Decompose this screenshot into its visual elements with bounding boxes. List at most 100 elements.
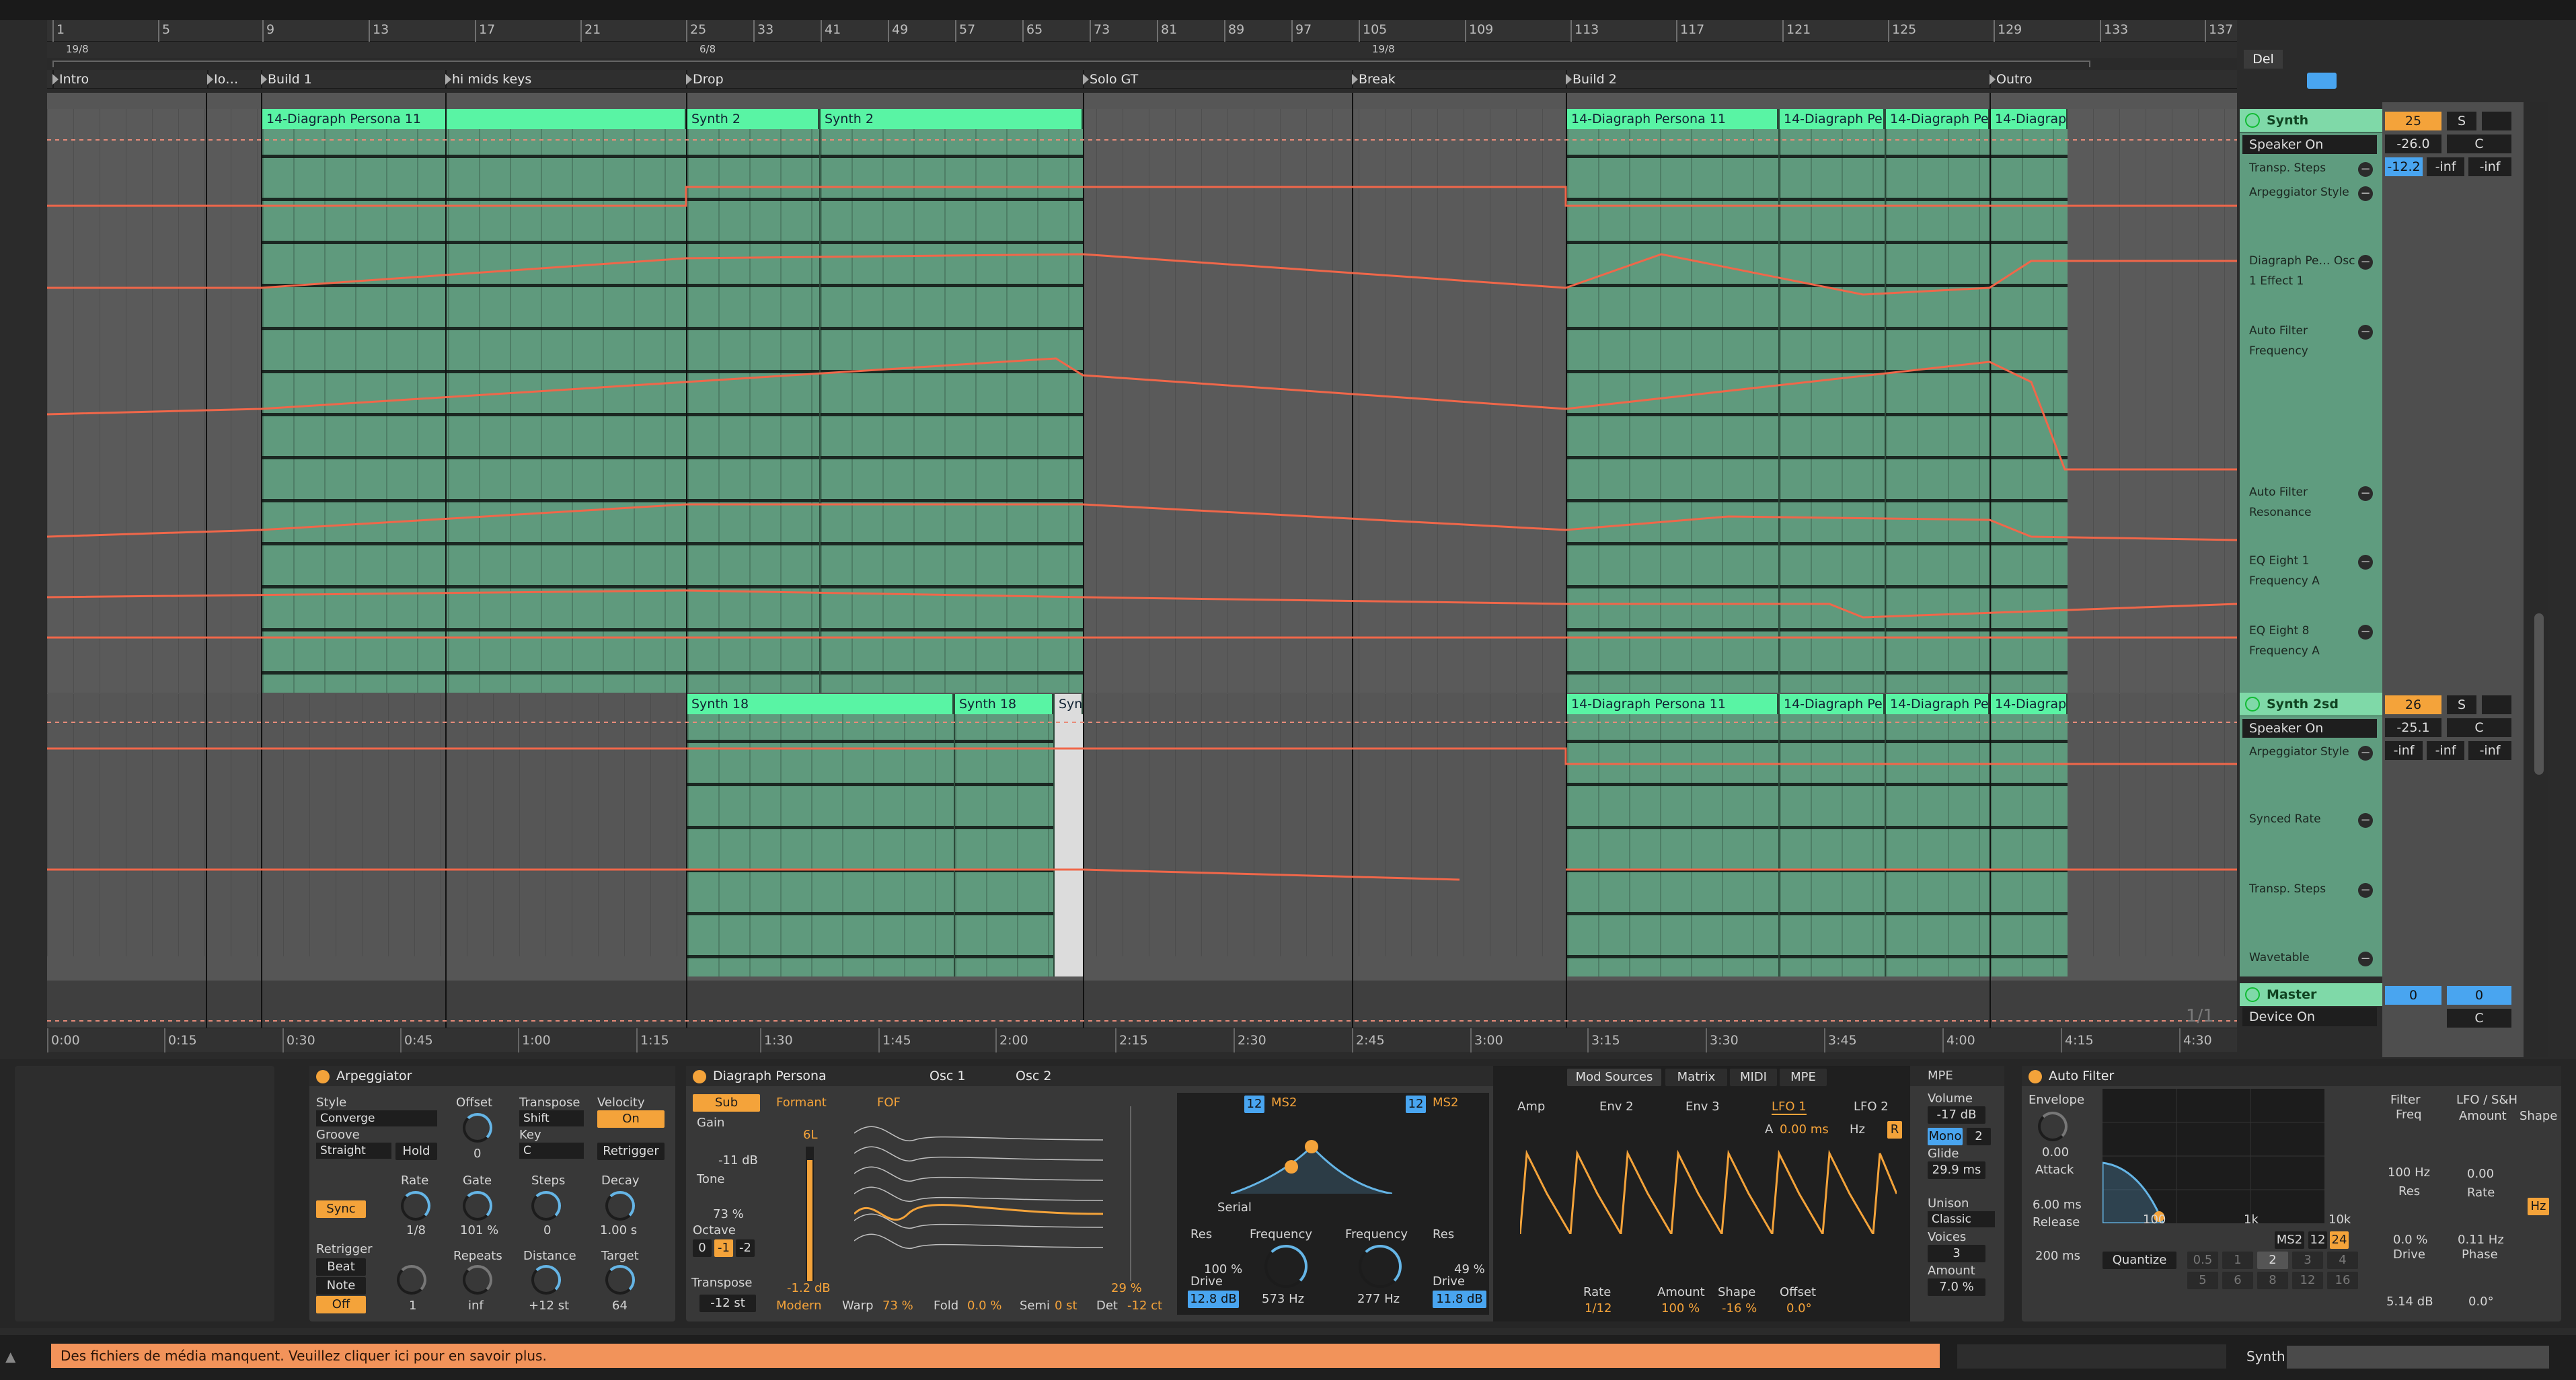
remove-lane-icon[interactable]: − bbox=[2358, 952, 2373, 966]
filter1-frequency-knob[interactable] bbox=[1264, 1245, 1308, 1288]
remove-lane-icon[interactable]: − bbox=[2358, 186, 2373, 201]
scroll-thumb[interactable] bbox=[2534, 613, 2544, 775]
quantize-step[interactable]: 8 bbox=[2257, 1272, 2288, 1289]
gate-knob[interactable] bbox=[463, 1191, 492, 1221]
mono-toggle[interactable]: Mono bbox=[1928, 1128, 1963, 1145]
tab-osc-1[interactable]: Osc 1 bbox=[930, 1066, 965, 1086]
tab-matrix[interactable]: Matrix bbox=[1665, 1069, 1727, 1086]
track-header-synth[interactable]: Synth bbox=[2240, 109, 2382, 132]
tab-env-2[interactable]: Env 2 bbox=[1599, 1100, 1634, 1114]
hz-toggle[interactable]: Hz bbox=[2528, 1198, 2549, 1215]
offset-knob[interactable] bbox=[463, 1113, 492, 1143]
track-number[interactable]: 25 bbox=[2385, 112, 2441, 130]
filter2-type[interactable]: MS2 bbox=[1433, 1096, 1458, 1110]
beat-ruler[interactable]: 1 5 9 13 17 21 25 33 41 49 57 65 73 81 8… bbox=[47, 20, 2237, 42]
drive2-field[interactable]: 11.8 dB bbox=[1433, 1291, 1486, 1308]
automation-lane-label[interactable]: Transp. Steps bbox=[2249, 879, 2363, 899]
send-a[interactable]: -12.2 bbox=[2385, 157, 2423, 176]
missing-media-warning[interactable]: Des fichiers de média manquent. Veuillez… bbox=[51, 1344, 1940, 1368]
automation-lane-label[interactable]: Synced Rate bbox=[2249, 809, 2363, 829]
vertical-scrollbar[interactable] bbox=[2530, 102, 2548, 1057]
fold-icon[interactable] bbox=[2245, 697, 2260, 712]
transpose-field[interactable]: -12 st bbox=[699, 1295, 756, 1312]
slope-12-button[interactable]: 12 bbox=[2308, 1231, 2327, 1249]
time-signature[interactable]: 19/8 bbox=[66, 42, 89, 56]
device-chooser[interactable]: Speaker On bbox=[2242, 719, 2377, 738]
volume-field[interactable]: -17 dB bbox=[1928, 1106, 1985, 1124]
octave-button[interactable]: 0 bbox=[693, 1239, 712, 1257]
retrigger-knob[interactable] bbox=[397, 1265, 426, 1295]
delete-button[interactable]: Del bbox=[2244, 50, 2283, 69]
record-arm-icon[interactable] bbox=[2482, 695, 2511, 714]
formant-display[interactable] bbox=[854, 1120, 1110, 1268]
volume-field[interactable]: -25.1 bbox=[2385, 718, 2441, 737]
device-title-bar[interactable]: Arpeggiator bbox=[309, 1066, 675, 1086]
glide-field[interactable]: 29.9 ms bbox=[1928, 1161, 1985, 1179]
retrigger-off-button[interactable]: Off bbox=[316, 1296, 366, 1313]
automation-lane-label[interactable]: EQ Eight 8 Frequency A bbox=[2249, 621, 2363, 661]
track-name[interactable]: Synth 2sd bbox=[2267, 697, 2339, 712]
rate-knob[interactable] bbox=[401, 1191, 430, 1221]
tab-lfo-1[interactable]: LFO 1 bbox=[1772, 1100, 1807, 1115]
level-slider[interactable] bbox=[806, 1147, 814, 1281]
lfo-display[interactable] bbox=[1520, 1140, 1897, 1234]
velocity-toggle[interactable]: On bbox=[597, 1110, 665, 1128]
quantize-button[interactable]: Quantize bbox=[2103, 1252, 2176, 1269]
lfo-offset-value[interactable]: 0.0° bbox=[1786, 1301, 1812, 1315]
quantize-step[interactable]: 6 bbox=[2222, 1272, 2253, 1289]
routing-dropdown[interactable]: Serial bbox=[1217, 1200, 1252, 1215]
track-header-synth-2sd[interactable]: Synth 2sd bbox=[2240, 693, 2382, 716]
retrigger-note-button[interactable]: Note bbox=[316, 1277, 366, 1295]
track-name[interactable]: Master bbox=[2267, 987, 2316, 1002]
track-header-master[interactable]: Master bbox=[2240, 983, 2382, 1006]
warp-value[interactable]: 73 % bbox=[882, 1299, 913, 1313]
style-dropdown[interactable]: Converge bbox=[316, 1110, 437, 1126]
quantize-step[interactable]: 2 bbox=[2257, 1252, 2288, 1269]
locator-intro[interactable]: Intro bbox=[52, 70, 89, 89]
octave-button[interactable]: -2 bbox=[736, 1239, 755, 1257]
overview-thumbnail[interactable] bbox=[2287, 1346, 2549, 1369]
loop-brace-row[interactable] bbox=[47, 58, 2237, 70]
remove-lane-icon[interactable]: − bbox=[2358, 325, 2373, 340]
hz-toggle[interactable]: Hz bbox=[1850, 1122, 1865, 1137]
lfo-phase-value[interactable]: 0.0° bbox=[2468, 1295, 2494, 1309]
time-signature[interactable]: 6/8 bbox=[699, 42, 716, 56]
send-c[interactable]: -inf bbox=[2468, 157, 2511, 176]
tab-osc-2[interactable]: Osc 2 bbox=[1016, 1066, 1051, 1086]
remove-lane-icon[interactable]: − bbox=[2358, 883, 2373, 898]
info-area[interactable] bbox=[1957, 1344, 2226, 1369]
sub-toggle[interactable]: Sub bbox=[693, 1094, 760, 1112]
locator-io[interactable]: Io… bbox=[207, 70, 238, 89]
filter2-slope[interactable]: 12 bbox=[1406, 1096, 1426, 1113]
record-arm-icon[interactable] bbox=[2482, 112, 2511, 130]
locator-drop[interactable]: Drop bbox=[686, 70, 724, 89]
det-value[interactable]: -12 ct bbox=[1127, 1299, 1162, 1313]
tab-lfo-2[interactable]: LFO 2 bbox=[1854, 1100, 1889, 1114]
unison-dropdown[interactable]: Classic bbox=[1928, 1211, 1995, 1227]
automation-lane-label[interactable]: Transp. Steps bbox=[2249, 158, 2363, 178]
quantize-step[interactable]: 16 bbox=[2327, 1272, 2358, 1289]
arrangement-view[interactable]: 14-Diagraph Persona 11 Synth 2 Synth 2 1… bbox=[47, 93, 2237, 1028]
automation-lane-label[interactable]: Arpeggiator Style bbox=[2249, 182, 2363, 202]
distance-knob[interactable] bbox=[531, 1265, 561, 1295]
automation-envelopes[interactable] bbox=[47, 93, 2237, 1028]
filter-type-dropdown[interactable]: MS2 bbox=[2275, 1231, 2304, 1249]
groove-dropdown[interactable]: Straight bbox=[316, 1143, 391, 1159]
tab-midi[interactable]: MIDI bbox=[1730, 1069, 1777, 1086]
loop-brace[interactable] bbox=[52, 61, 2090, 67]
automation-lane-label[interactable]: Auto Filter Frequency bbox=[2249, 321, 2363, 361]
pan-field[interactable]: C bbox=[2447, 135, 2511, 153]
master-cue[interactable]: 0 bbox=[2447, 986, 2511, 1005]
remove-lane-icon[interactable]: − bbox=[2358, 746, 2373, 761]
locator-build-2[interactable]: Build 2 bbox=[1566, 70, 1617, 89]
fold-value[interactable]: 0.0 % bbox=[967, 1299, 1001, 1313]
locator-hi-mids-keys[interactable]: hi mids keys bbox=[445, 70, 531, 89]
send-b[interactable]: -inf bbox=[2427, 157, 2464, 176]
pan-field[interactable]: C bbox=[2447, 718, 2511, 737]
automation-lane-label[interactable]: Auto Filter Resonance bbox=[2249, 482, 2363, 523]
automation-lane-label[interactable]: Diagraph Pe… Osc 1 Effect 1 bbox=[2249, 251, 2363, 291]
lfo-shape-value[interactable]: -16 % bbox=[1722, 1301, 1757, 1315]
send-a[interactable]: -inf bbox=[2385, 741, 2423, 760]
drive-value[interactable]: 5.14 dB bbox=[2386, 1295, 2433, 1309]
fold-icon[interactable] bbox=[2245, 987, 2260, 1002]
